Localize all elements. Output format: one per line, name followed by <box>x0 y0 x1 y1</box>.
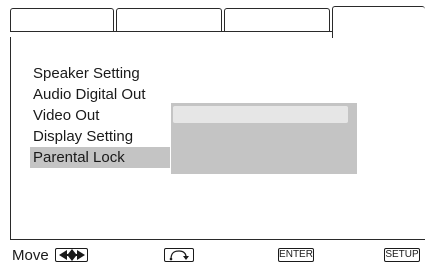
menu-item-speaker-setting[interactable]: Speaker Setting <box>30 63 170 84</box>
tab-2[interactable] <box>116 8 222 31</box>
enter-key-label: ENTER <box>278 248 314 262</box>
menu-item-video-out[interactable]: Video Out <box>30 105 170 126</box>
button-guide-bar: Move ENTER SETUP <box>10 247 425 265</box>
tab-baseline <box>10 31 332 32</box>
return-arrow-icon <box>164 248 194 262</box>
move-label: Move <box>12 247 49 264</box>
submenu-panel <box>171 103 357 174</box>
setup-menu: Speaker Setting Audio Digital Out Video … <box>30 63 170 168</box>
menu-item-audio-digital-out[interactable]: Audio Digital Out <box>30 84 170 105</box>
tab-3[interactable] <box>224 8 330 31</box>
tab-1[interactable] <box>10 8 114 31</box>
menu-item-display-setting[interactable]: Display Setting <box>30 126 170 147</box>
tab-4-active[interactable] <box>332 6 425 38</box>
submenu-option-highlight[interactable] <box>173 106 348 123</box>
menu-item-parental-lock[interactable]: Parental Lock <box>30 147 170 168</box>
setup-key-label: SETUP <box>384 248 420 262</box>
four-direction-arrows-icon <box>55 248 88 262</box>
